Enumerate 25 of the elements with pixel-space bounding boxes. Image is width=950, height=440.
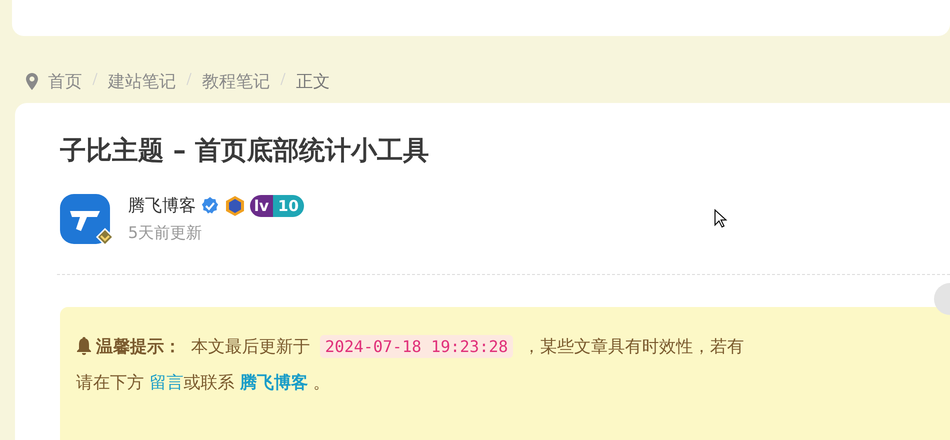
- notice-text: 。: [312, 373, 330, 393]
- location-pin-icon: [26, 72, 38, 90]
- notice-text: ，某些文章具有时效性，若有: [523, 336, 744, 358]
- shield-badge-icon: [224, 194, 246, 216]
- comment-link[interactable]: 留言: [149, 373, 184, 393]
- update-date: 2024-07-18 19:23:28: [320, 334, 514, 358]
- breadcrumb-link[interactable]: 首页: [48, 70, 82, 92]
- bell-icon: [76, 337, 92, 355]
- update-time: 5天前更新: [128, 223, 204, 244]
- notice-text: 或联系: [183, 373, 236, 393]
- article-title: 子比主题 – 首页底部统计小工具: [60, 135, 430, 168]
- notice-text: 请在下方: [76, 373, 145, 393]
- breadcrumb-current: 正文: [296, 70, 330, 92]
- breadcrumb-separator-icon: [280, 72, 286, 86]
- breadcrumb-link[interactable]: 建站笔记: [108, 70, 176, 92]
- notice-text: 本文最后更新于: [191, 336, 310, 358]
- breadcrumb-link[interactable]: 教程笔记: [202, 70, 270, 92]
- breadcrumb-separator-icon: [186, 72, 192, 86]
- mouse-cursor-icon: [714, 209, 728, 229]
- notice-label: 温馨提示：: [76, 334, 181, 358]
- breadcrumb-separator-icon: [92, 72, 98, 86]
- author-link[interactable]: 腾飞博客: [240, 373, 308, 393]
- author-name[interactable]: 腾飞博客: [128, 194, 196, 217]
- diamond-badge-icon: [96, 228, 114, 246]
- author-avatar[interactable]: [60, 194, 110, 244]
